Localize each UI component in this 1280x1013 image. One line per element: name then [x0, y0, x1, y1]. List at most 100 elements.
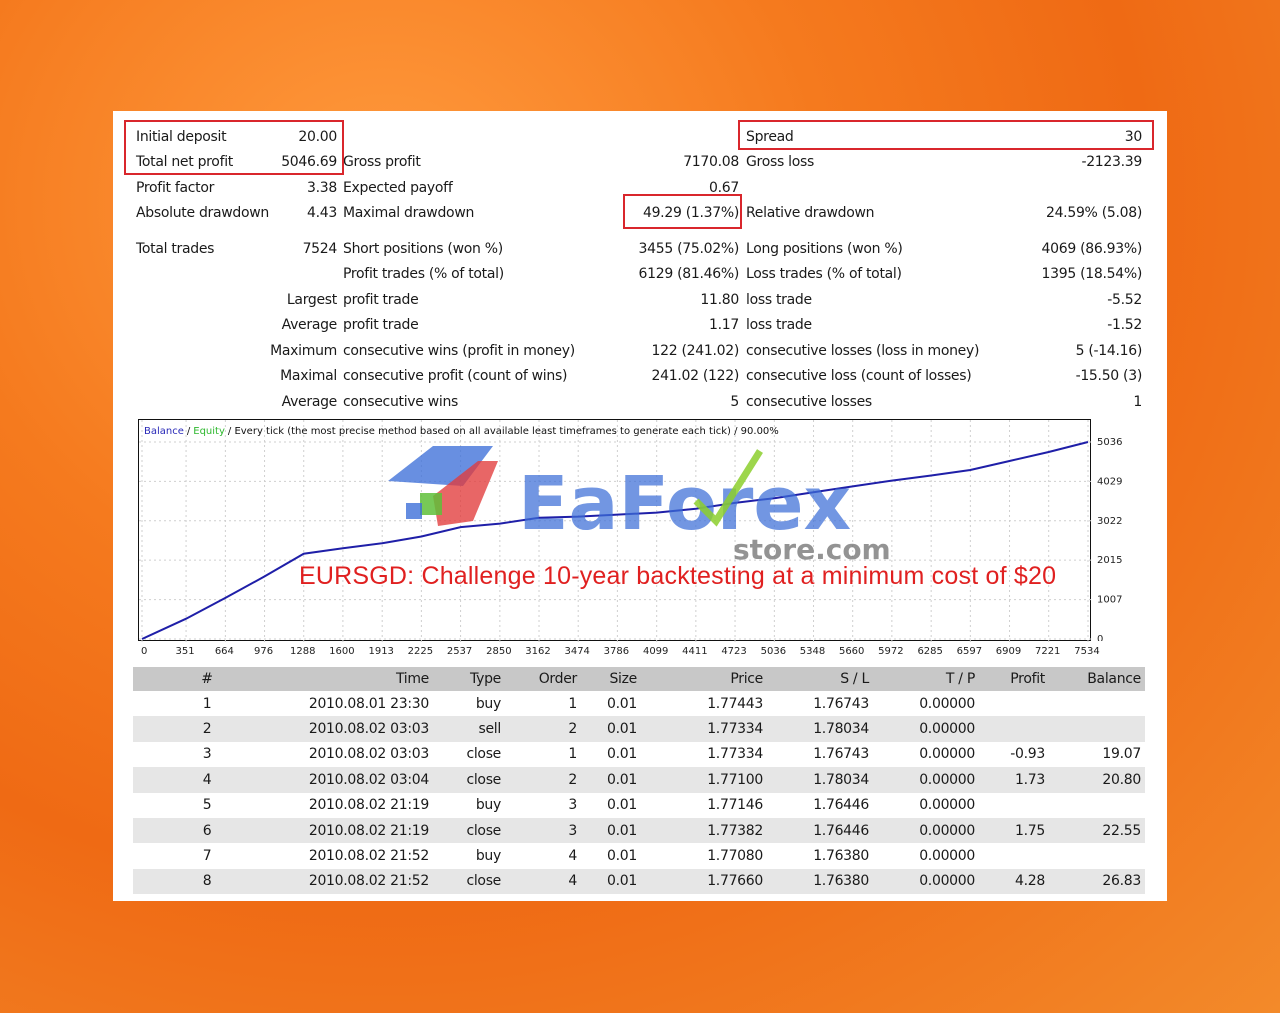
- table-row[interactable]: 8 2010.08.02 21:52 close 4 0.01 1.77660 1.7638…: [133, 868, 1145, 895]
- table-row[interactable]: 4 2010.08.02 03:04 close 2 0.01 1.77100 1.7803…: [133, 767, 1145, 793]
- y-tick-label: 0: [1097, 634, 1103, 641]
- row-order: 4: [505, 868, 581, 895]
- x-tick-label: 351: [176, 646, 195, 657]
- avg-consec-losses-value: 1: [1133, 394, 1142, 410]
- max-drawdown-highlight: [623, 194, 742, 229]
- table-row[interactable]: 1 2010.08.01 23:30 buy 1 0.01 1.77443 1.76743 0…: [133, 691, 1145, 716]
- maximal-label: Maximal: [280, 368, 337, 384]
- table-row[interactable]: 6 2010.08.02 21:19 close 3 0.01 1.77382 1.7644…: [133, 817, 1145, 844]
- x-tick-label: 2225: [408, 646, 433, 657]
- balance-line: [141, 441, 1089, 640]
- chart-legend: Balance / Equity / Every tick (the most pre…: [144, 426, 779, 437]
- largest-loss-value: -5.52: [1107, 292, 1142, 308]
- col-header-order[interactable]: Order: [505, 667, 581, 691]
- table-row[interactable]: 2 2010.08.02 03:03 sell 2 0.01 1.77334 1.78034…: [133, 716, 1145, 742]
- max-consec-wins-label: consecutive wins (profit in money): [343, 343, 575, 359]
- row-price: 1.77660: [641, 868, 767, 895]
- table-row[interactable]: 5 2010.08.02 21:19 buy 3 0.01 1.77146 1.76446 0…: [133, 793, 1145, 818]
- max-consec-wins-value: 122 (241.02): [651, 343, 740, 359]
- gross-profit-label: Gross profit: [343, 154, 421, 170]
- x-tick-label: 5660: [839, 646, 864, 657]
- profit-trades-label: Profit trades (% of total): [343, 266, 504, 282]
- x-tick-label: 1600: [329, 646, 354, 657]
- x-tick-label: 1288: [290, 646, 315, 657]
- y-tick-label: 4029: [1097, 476, 1122, 487]
- row-num: 2: [133, 716, 281, 742]
- x-tick-label: 976: [254, 646, 273, 657]
- row-time: 2010.08.02 21:52: [308, 848, 429, 865]
- x-tick-label: 7221: [1035, 646, 1060, 657]
- table-row[interactable]: 7 2010.08.02 21:52 buy 4 0.01 1.77080 1.76380 0…: [133, 843, 1145, 868]
- short-positions-value: 3455 (75.02%): [638, 241, 740, 257]
- row-order: 3: [505, 817, 581, 844]
- loss-trades-value: 1395 (18.54%): [1041, 266, 1143, 282]
- row-size: 0.01: [607, 746, 637, 763]
- row-profit: [979, 843, 1049, 868]
- row-order: 2: [505, 716, 581, 742]
- col-header-balance[interactable]: Balance: [1049, 667, 1145, 691]
- maximal-consec-loss-value: -15.50 (3): [1075, 368, 1143, 384]
- y-tick-label: 3022: [1097, 516, 1122, 527]
- absolute-drawdown-value: 4.43: [307, 205, 337, 221]
- row-order: 1: [568, 695, 577, 712]
- x-tick-label: 6597: [957, 646, 982, 657]
- table-header-row: # Time Type Order Size Price S / L T / P…: [133, 667, 1145, 691]
- row-balance: [1049, 716, 1145, 742]
- row-order: 4: [568, 848, 577, 865]
- col-header-size[interactable]: Size: [581, 667, 641, 691]
- row-price: 1.77382: [641, 817, 767, 844]
- row-num: 4: [133, 767, 281, 793]
- row-tp: 0.00000: [919, 848, 975, 865]
- row-sl: 1.78034: [767, 767, 873, 793]
- legend-equity: Equity: [193, 426, 225, 437]
- table-row[interactable]: 3 2010.08.02 03:03 close 1 0.01 1.77334 1.7674…: [133, 742, 1145, 767]
- x-tick-label: 4099: [643, 646, 668, 657]
- x-tick-label: 3474: [564, 646, 589, 657]
- avg-consec-wins-label: consecutive wins: [343, 394, 459, 410]
- balance-chart-svg: Balance / Equity / Every tick (the most pre…: [139, 420, 1092, 642]
- col-header-profit[interactable]: Profit: [979, 667, 1049, 691]
- col-header-price[interactable]: Price: [641, 667, 767, 691]
- row-price: 1.77443: [707, 695, 763, 712]
- row-num: 5: [202, 797, 212, 814]
- x-tick-label: 1913: [368, 646, 393, 657]
- col-header-time[interactable]: Time: [281, 667, 433, 691]
- max-consec-losses-label: consecutive losses (loss in money): [746, 343, 980, 359]
- profit-trades-value: 6129 (81.46%): [638, 266, 740, 282]
- largest-profit-value: 11.80: [700, 292, 739, 308]
- col-header-sl[interactable]: S / L: [767, 667, 873, 691]
- row-tp: 0.00000: [919, 797, 975, 814]
- row-time: 2010.08.02 21:52: [281, 868, 433, 895]
- row-tp: 0.00000: [873, 767, 979, 793]
- row-sl: 1.76380: [767, 868, 873, 895]
- row-sl: 1.76446: [813, 797, 869, 814]
- row-profit: -0.93: [1010, 746, 1045, 763]
- y-tick-label: 2015: [1097, 555, 1122, 566]
- x-tick-label: 0: [141, 646, 147, 657]
- relative-drawdown-label: Relative drawdown: [746, 205, 875, 221]
- row-size: 0.01: [581, 817, 641, 844]
- row-type: buy: [475, 848, 501, 865]
- row-sl: 1.76380: [813, 848, 869, 865]
- col-header-type[interactable]: Type: [433, 667, 505, 691]
- y-tick-label: 1007: [1097, 595, 1122, 606]
- chart-caption: EURSGD: Challenge 10-year backtesting at…: [299, 562, 1057, 590]
- largest-profit-label: profit trade: [343, 292, 419, 308]
- row-balance: 26.83: [1049, 868, 1145, 895]
- profit-factor-label: Profit factor: [136, 180, 215, 196]
- maximal-drawdown-label: Maximal drawdown: [343, 205, 475, 221]
- row-time: 2010.08.01 23:30: [308, 695, 429, 712]
- x-tick-label: 5036: [761, 646, 786, 657]
- row-price: 1.77080: [707, 848, 763, 865]
- row-tp: 0.00000: [919, 695, 975, 712]
- row-tp: 0.00000: [919, 746, 975, 763]
- col-header-num[interactable]: #: [133, 667, 281, 691]
- maximum-label: Maximum: [270, 343, 337, 359]
- x-tick-label: 7534: [1074, 646, 1099, 657]
- col-header-tp[interactable]: T / P: [873, 667, 979, 691]
- row-num: 8: [133, 868, 281, 895]
- row-size: 0.01: [581, 767, 641, 793]
- row-profit: [979, 716, 1049, 742]
- legend-rest: / Every tick (the most precise method ba…: [228, 426, 779, 437]
- row-size: 0.01: [607, 695, 637, 712]
